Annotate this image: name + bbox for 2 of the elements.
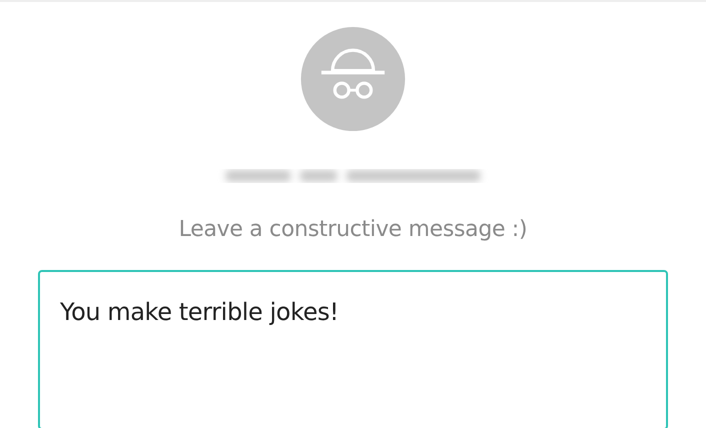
message-field[interactable]: You make terrible jokes! — [38, 270, 668, 428]
prompt-text: Leave a constructive message :) — [178, 217, 528, 242]
